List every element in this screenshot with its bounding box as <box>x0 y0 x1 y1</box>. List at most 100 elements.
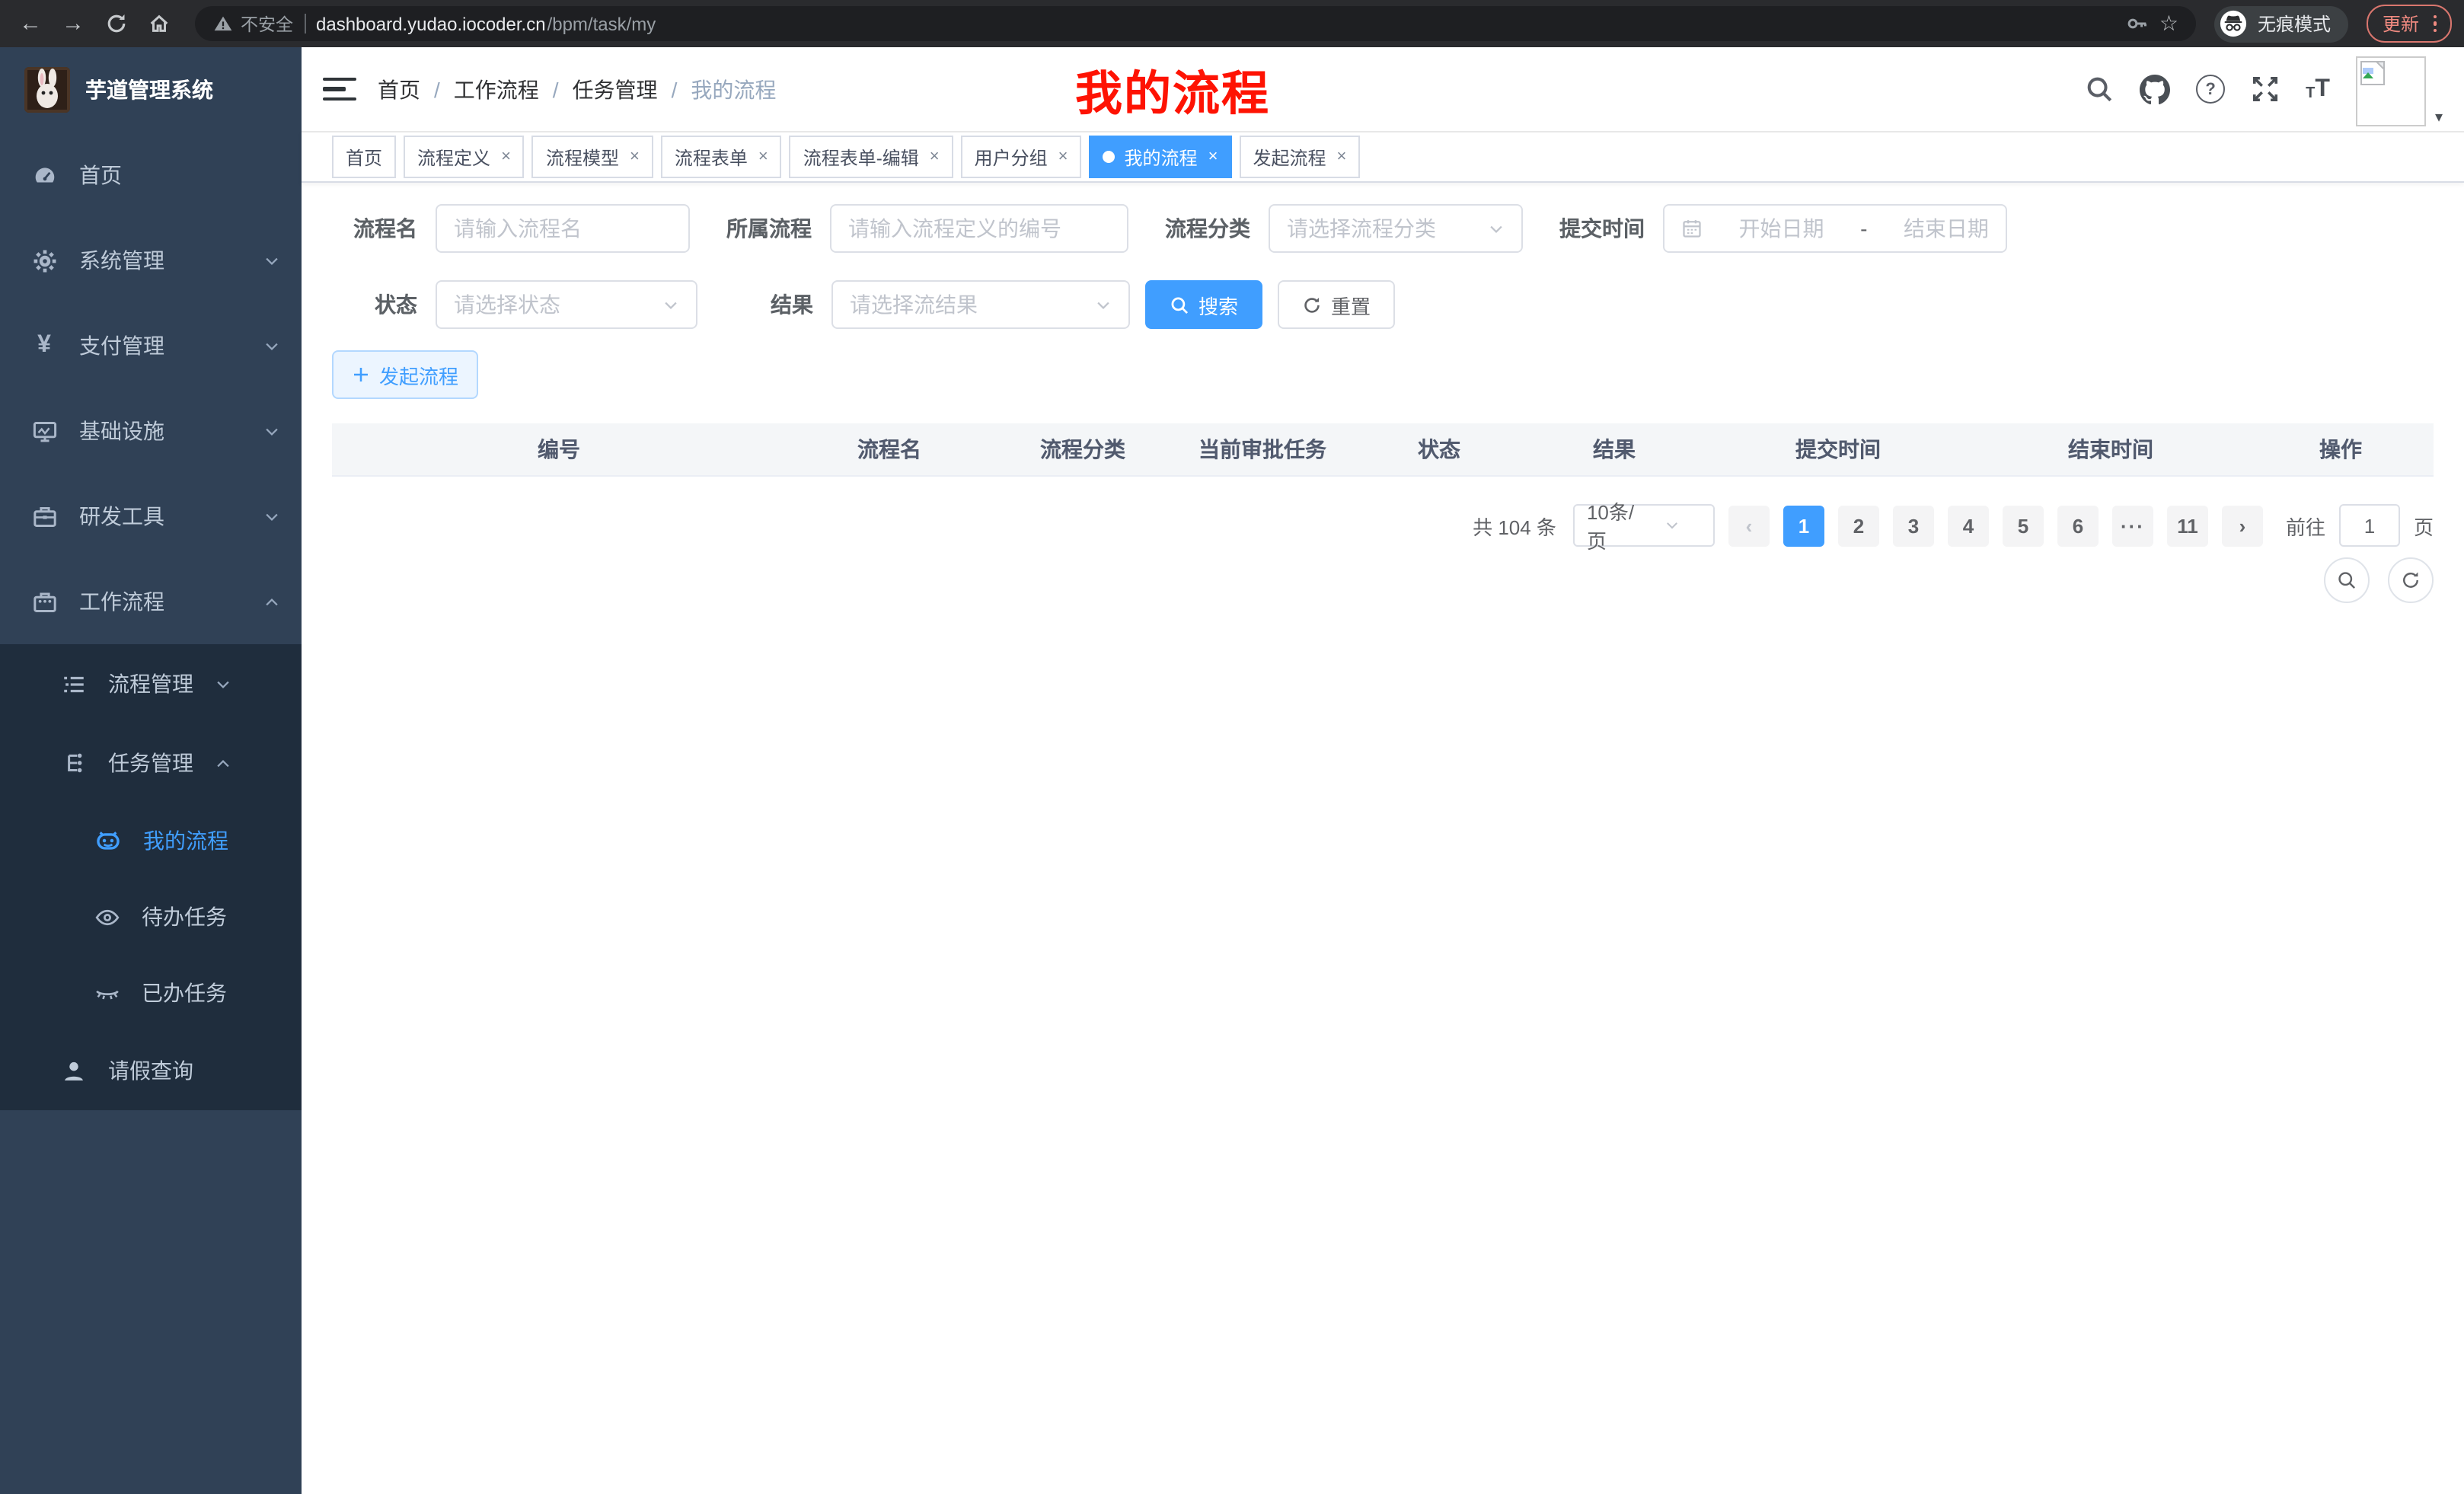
sidebar-item-home[interactable]: 首页 <box>0 132 302 218</box>
security-label: 不安全 <box>241 11 293 36</box>
sidebar-item-leave-query[interactable]: 请假查询 <box>0 1031 302 1110</box>
sidebar-item-workflow[interactable]: 工作流程 <box>0 559 302 644</box>
close-icon[interactable]: × <box>930 148 940 166</box>
hamburger-icon[interactable] <box>323 78 356 101</box>
sidebar-item-label: 我的流程 <box>143 825 228 856</box>
page-size-select[interactable]: 10条/页 <box>1573 504 1715 547</box>
tab-label: 用户分组 <box>975 144 1048 170</box>
sidebar-item-process-management[interactable]: 流程管理 <box>0 644 302 723</box>
search-icon[interactable] <box>2085 75 2114 104</box>
close-icon[interactable]: × <box>1208 148 1218 166</box>
sidebar-item-todo-tasks[interactable]: 待办任务 <box>0 879 302 955</box>
sidebar-item-devtools[interactable]: 研发工具 <box>0 474 302 559</box>
refresh-button[interactable] <box>2388 557 2434 603</box>
col-current-task: 当前审批任务 <box>1173 423 1352 476</box>
refresh-icon <box>1302 295 1322 314</box>
bookmark-star-icon[interactable]: ☆ <box>2159 11 2178 37</box>
close-icon[interactable]: × <box>501 148 511 166</box>
yen-icon: ¥ <box>30 332 58 359</box>
avatar[interactable] <box>2356 56 2426 126</box>
site-security[interactable]: 不安全 <box>213 11 293 36</box>
warning-icon <box>213 14 233 34</box>
browser-forward-button[interactable]: → <box>55 5 91 42</box>
browser-menu-icon[interactable] <box>2433 15 2437 33</box>
close-icon[interactable]: × <box>1336 148 1346 166</box>
page-button-1[interactable]: 1 <box>1783 505 1824 546</box>
sidebar-item-label: 工作流程 <box>79 586 242 617</box>
sidebar-item-task-management[interactable]: 任务管理 <box>0 723 302 803</box>
chevron-down-icon <box>263 423 280 439</box>
create-process-button[interactable]: 发起流程 <box>332 350 478 399</box>
tab-label: 流程模型 <box>546 144 619 170</box>
date-end-placeholder: 结束日期 <box>1904 213 1989 244</box>
font-size-icon[interactable]: TT <box>2306 77 2330 101</box>
filter-status-label: 状态 <box>375 289 436 320</box>
close-icon[interactable]: × <box>1058 148 1068 166</box>
search-toggle-button[interactable] <box>2324 557 2370 603</box>
browser-update-button[interactable]: 更新 <box>2367 5 2452 43</box>
breadcrumb-home[interactable]: 首页 <box>378 74 420 104</box>
chevron-down-icon <box>263 252 280 269</box>
reset-button[interactable]: 重置 <box>1278 280 1395 329</box>
plus-icon <box>352 366 370 384</box>
breadcrumb-workflow[interactable]: 工作流程 <box>454 74 539 104</box>
category-select[interactable]: 请选择流程分类 <box>1269 204 1523 253</box>
status-select[interactable]: 请选择状态 <box>436 280 697 329</box>
submit-time-range-picker[interactable]: 开始日期 - 结束日期 <box>1663 204 2007 253</box>
avatar-caret-icon[interactable]: ▾ <box>2435 109 2443 126</box>
sidebar-item-my-process[interactable]: 我的流程 <box>0 803 302 879</box>
help-icon[interactable]: ? <box>2196 75 2225 104</box>
more-pages-button[interactable]: ··· <box>2112 505 2153 546</box>
gear-icon <box>30 247 58 273</box>
process-name-input[interactable]: 请输入流程名 <box>436 204 690 253</box>
breadcrumb-task-management[interactable]: 任务管理 <box>573 74 658 104</box>
address-bar[interactable]: 不安全 dashboard.yudao.iocoder.cn/bpm/task/… <box>195 6 2197 41</box>
page-button-6[interactable]: 6 <box>2057 505 2099 546</box>
divider <box>304 14 305 34</box>
tab-2[interactable]: 流程模型 × <box>532 136 653 178</box>
search-icon <box>1170 295 1189 314</box>
filter-name-label: 流程名 <box>353 213 436 244</box>
tab-0[interactable]: 首页 <box>332 136 396 178</box>
reload-icon <box>104 12 127 35</box>
sidebar-item-system[interactable]: 系统管理 <box>0 218 302 303</box>
browser-home-button[interactable] <box>140 5 177 42</box>
toolbox-icon <box>30 503 58 529</box>
browser-reload-button[interactable] <box>97 5 134 42</box>
prev-page-button[interactable]: ‹ <box>1728 505 1770 546</box>
sidebar-item-payment[interactable]: ¥ 支付管理 <box>0 303 302 388</box>
close-icon[interactable]: × <box>758 148 768 166</box>
tab-7[interactable]: 发起流程× <box>1239 136 1360 178</box>
page-button-2[interactable]: 2 <box>1838 505 1879 546</box>
process-definition-input[interactable]: 请输入流程定义的编号 <box>830 204 1128 253</box>
sidebar-item-done-tasks[interactable]: 已办任务 <box>0 955 302 1031</box>
search-button[interactable]: 搜索 <box>1145 280 1262 329</box>
sidebar-item-label: 研发工具 <box>79 501 242 532</box>
tab-4[interactable]: 流程表单-编辑× <box>790 136 953 178</box>
page-button-3[interactable]: 3 <box>1893 505 1934 546</box>
sidebar-item-label: 待办任务 <box>142 902 227 932</box>
close-icon[interactable]: × <box>630 148 640 166</box>
tab-3[interactable]: 流程表单× <box>661 136 782 178</box>
password-key-icon[interactable] <box>2126 12 2149 35</box>
fullscreen-icon[interactable] <box>2251 75 2280 104</box>
jump-page-input[interactable]: 1 <box>2339 504 2400 547</box>
github-icon[interactable] <box>2140 74 2170 104</box>
page-button-5[interactable]: 5 <box>2003 505 2044 546</box>
browser-back-button[interactable]: ← <box>12 5 49 42</box>
chevron-up-icon <box>263 593 280 610</box>
home-icon <box>147 12 170 35</box>
update-label: 更新 <box>2383 11 2419 37</box>
page-button-4[interactable]: 4 <box>1948 505 1989 546</box>
result-select[interactable]: 请选择流结果 <box>831 280 1130 329</box>
tab-1[interactable]: 流程定义× <box>404 136 525 178</box>
sidebar: 芋道管理系统 首页 系统管理 ¥ 支付管理 基础设施 <box>0 47 302 1494</box>
sidebar-item-infrastructure[interactable]: 基础设施 <box>0 388 302 474</box>
next-page-button[interactable]: › <box>2222 505 2263 546</box>
col-id: 编号 <box>332 423 786 476</box>
page-button-11[interactable]: 11 <box>2167 505 2208 546</box>
tab-6[interactable]: 我的流程× <box>1090 136 1232 178</box>
dashboard-icon <box>30 162 58 188</box>
tab-5[interactable]: 用户分组 × <box>961 136 1082 178</box>
user-icon <box>61 1058 87 1084</box>
